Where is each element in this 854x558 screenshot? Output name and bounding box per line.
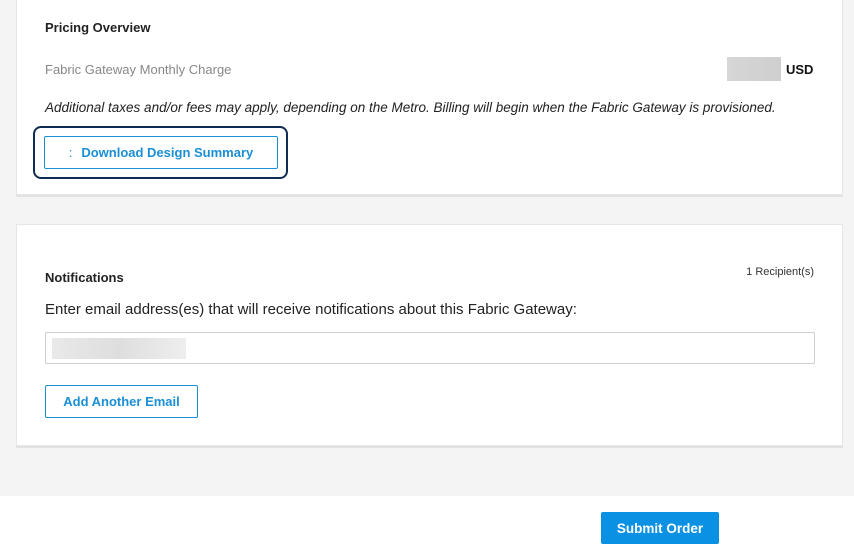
pricing-overview-title: Pricing Overview [45, 20, 151, 35]
currency-label: USD [786, 62, 814, 77]
notifications-card: Notifications 1 Recipient(s) Enter email… [16, 224, 843, 446]
email-input[interactable] [45, 332, 815, 364]
download-icon: : [68, 145, 73, 160]
notifications-title: Notifications [45, 270, 124, 285]
email-instruction: Enter email address(es) that will receiv… [45, 301, 577, 318]
add-another-email-button[interactable]: Add Another Email [45, 385, 198, 418]
recipient-count: 1 Recipient(s) [746, 266, 814, 278]
download-button-label: Download Design Summary [81, 145, 254, 160]
monthly-charge-label: Fabric Gateway Monthly Charge [45, 62, 232, 77]
footer-bar: Submit Order [0, 496, 854, 558]
email-value-redacted [52, 338, 186, 359]
submit-order-button[interactable]: Submit Order [601, 512, 719, 544]
pricing-overview-card: Pricing Overview Fabric Gateway Monthly … [16, 0, 843, 195]
price-value-redacted [727, 57, 781, 81]
billing-note: Additional taxes and/or fees may apply, … [45, 100, 776, 115]
download-design-summary-button[interactable]: : Download Design Summary [44, 136, 278, 169]
